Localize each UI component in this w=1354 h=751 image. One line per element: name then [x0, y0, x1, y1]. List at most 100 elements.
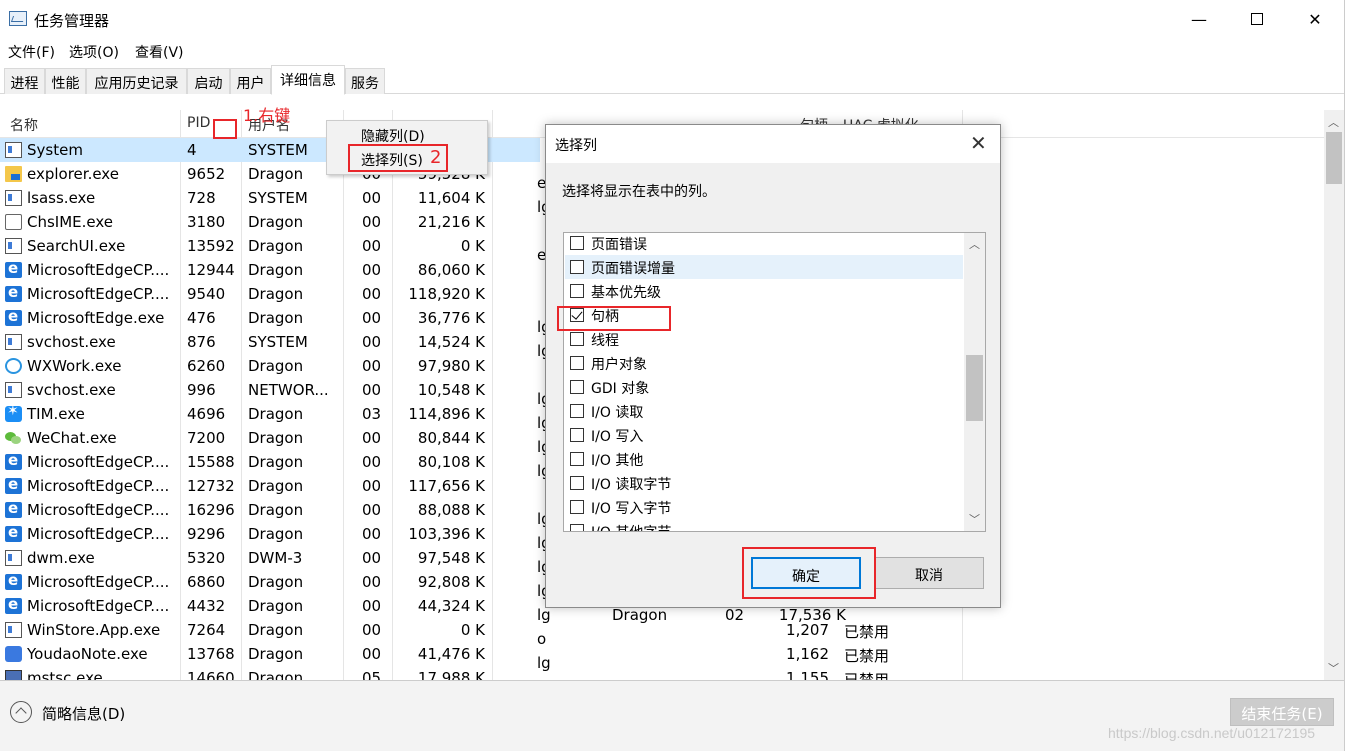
- checklist-label: 线程: [591, 333, 619, 349]
- checkbox[interactable]: [570, 284, 584, 298]
- checkbox[interactable]: [570, 524, 584, 531]
- menu-bar: 文件(F) 选项(O) 查看(V): [0, 38, 1344, 64]
- tab-details[interactable]: 详细信息: [271, 65, 345, 95]
- background-edge: [1344, 0, 1354, 751]
- process-pid: 876: [187, 333, 216, 351]
- tab-users[interactable]: 用户: [230, 68, 271, 94]
- process-name: lsass.exe: [27, 189, 96, 207]
- process-user: Dragon: [248, 573, 304, 591]
- footer-bar: 简略信息(D) 结束任务(E) https://blog.csdn.net/u0…: [0, 680, 1344, 751]
- table-row[interactable]: YoudaoNote.exe 13768 Dragon 00 41,476 K 1,162…: [0, 642, 962, 666]
- process-cpu: 00: [362, 477, 382, 495]
- edge-icon: [5, 475, 22, 494]
- checkbox[interactable]: [570, 404, 584, 418]
- process-pid: 16296: [187, 501, 235, 519]
- checklist-label: 页面错误增量: [591, 261, 675, 277]
- occluded-row-user: Dragon: [612, 606, 668, 624]
- collapse-icon[interactable]: [10, 701, 32, 723]
- process-pid: 9540: [187, 285, 226, 303]
- annotation-box-header: [213, 119, 237, 139]
- process-cpu: 00: [362, 597, 382, 615]
- process-memory: 88,088 K: [417, 501, 485, 519]
- column-pid[interactable]: PID: [187, 115, 210, 131]
- checklist-scroll-thumb[interactable]: [966, 355, 983, 421]
- window-title: 任务管理器: [34, 12, 110, 30]
- checkbox[interactable]: [570, 428, 584, 442]
- process-uac: 已禁用: [844, 623, 890, 641]
- dialog-title-bar: 选择列 ✕: [546, 125, 1000, 163]
- checkbox[interactable]: [570, 476, 584, 490]
- tab-processes[interactable]: 进程: [4, 68, 45, 94]
- checklist-item[interactable]: 基本优先级: [565, 279, 963, 303]
- tab-services[interactable]: 服务: [345, 68, 385, 94]
- close-button[interactable]: ✕: [1286, 0, 1344, 38]
- annotation-step1: 1.右键: [243, 106, 291, 125]
- checklist-item[interactable]: I/O 写入: [565, 423, 963, 447]
- process-name: MicrosoftEdge.exe: [27, 309, 165, 327]
- minimize-button[interactable]: —: [1170, 0, 1228, 38]
- checklist-item[interactable]: 页面错误: [565, 233, 963, 255]
- tim-icon: [5, 403, 22, 422]
- checkbox[interactable]: [570, 236, 584, 250]
- process-name: MicrosoftEdgeCP....: [27, 285, 170, 303]
- scroll-up-arrow-icon[interactable]: ︿: [1328, 114, 1339, 130]
- maximize-button[interactable]: [1228, 0, 1286, 38]
- cancel-button[interactable]: 取消: [874, 557, 984, 589]
- checklist-scroll-down-icon[interactable]: ﹀: [969, 511, 980, 527]
- menu-options[interactable]: 选项(O): [69, 42, 119, 62]
- dialog-close-icon[interactable]: ✕: [970, 131, 987, 155]
- process-memory: 36,776 K: [417, 309, 485, 327]
- process-cpu: 00: [362, 333, 382, 351]
- tab-performance[interactable]: 性能: [45, 68, 86, 94]
- menu-view[interactable]: 查看(V): [135, 42, 184, 62]
- process-pid: 3180: [187, 213, 226, 231]
- end-task-button[interactable]: 结束任务(E): [1230, 698, 1334, 726]
- checklist-item[interactable]: I/O 其他字节: [565, 519, 963, 531]
- menu-file[interactable]: 文件(F): [8, 42, 55, 62]
- title-bar: 任务管理器 — ✕: [0, 0, 1344, 38]
- process-name: WinStore.App.exe: [27, 621, 161, 639]
- process-user: Dragon: [248, 453, 304, 471]
- process-memory: 10,548 K: [417, 381, 485, 399]
- checklist-item[interactable]: I/O 写入字节: [565, 495, 963, 519]
- process-uac: 已禁用: [844, 647, 890, 665]
- scroll-down-arrow-icon[interactable]: ﹀: [1328, 660, 1339, 676]
- checkbox[interactable]: [570, 500, 584, 514]
- tab-startup[interactable]: 启动: [187, 68, 230, 94]
- checklist-scrollbar[interactable]: ︿ ﹀: [964, 233, 985, 531]
- process-memory: 14,524 K: [417, 333, 485, 351]
- process-memory: 41,476 K: [417, 645, 485, 663]
- process-cpu: 03: [362, 405, 382, 423]
- checklist-scroll-up-icon[interactable]: ︿: [969, 236, 980, 252]
- occluded-text: lg: [537, 654, 551, 672]
- checkbox[interactable]: [570, 332, 584, 346]
- checklist-item[interactable]: 页面错误增量: [565, 255, 963, 279]
- column-name[interactable]: 名称: [10, 115, 38, 135]
- tab-app-history[interactable]: 应用历史记录: [86, 68, 187, 94]
- maximize-icon: [1251, 13, 1263, 25]
- wechat-icon: [5, 430, 22, 446]
- checklist-item[interactable]: I/O 读取字节: [565, 471, 963, 495]
- process-name: SearchUI.exe: [27, 237, 126, 255]
- checkbox[interactable]: [570, 380, 584, 394]
- brief-info-link[interactable]: 简略信息(D): [42, 703, 125, 724]
- checklist-item[interactable]: I/O 其他: [565, 447, 963, 471]
- checklist-item[interactable]: I/O 读取: [565, 399, 963, 423]
- annotation-box-handles: [557, 306, 671, 331]
- process-user: Dragon: [248, 477, 304, 495]
- process-name: svchost.exe: [27, 381, 116, 399]
- process-name: explorer.exe: [27, 165, 119, 183]
- process-user: SYSTEM: [248, 141, 308, 159]
- checklist-item[interactable]: 用户对象: [565, 351, 963, 375]
- table-scrollbar[interactable]: ︿ ﹀: [1324, 110, 1344, 680]
- scroll-thumb[interactable]: [1326, 132, 1342, 184]
- table-row[interactable]: mstsc.exe 14660 Dragon 05 17,988 K 1,155 已禁用: [0, 666, 962, 680]
- wxwork-icon: [5, 358, 22, 374]
- menu-item-hide-column[interactable]: 隐藏列(D): [361, 126, 425, 146]
- checkbox[interactable]: [570, 260, 584, 274]
- checklist-item[interactable]: GDI 对象: [565, 375, 963, 399]
- checkbox[interactable]: [570, 452, 584, 466]
- checkbox[interactable]: [570, 356, 584, 370]
- process-user: Dragon: [248, 621, 304, 639]
- process-pid: 9296: [187, 525, 226, 543]
